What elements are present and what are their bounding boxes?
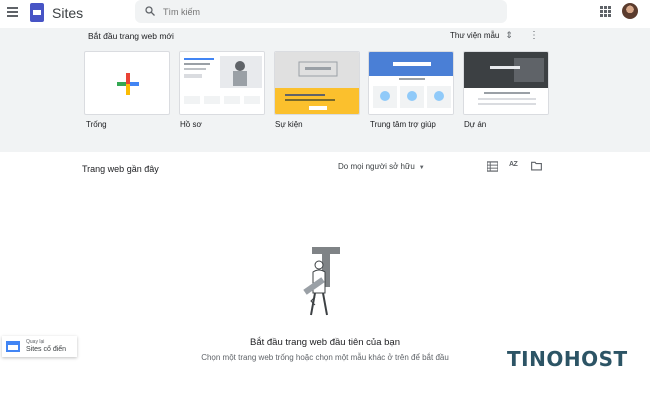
template-label-help-center: Trung tâm trợ giúp — [370, 120, 436, 129]
classic-sites-line1: Quay lại — [26, 339, 45, 345]
search-input[interactable] — [163, 3, 493, 20]
template-card-profile[interactable] — [179, 51, 265, 115]
top-bar: Sites — [0, 0, 650, 28]
search-icon[interactable] — [144, 5, 156, 17]
plus-icon — [117, 73, 139, 95]
folder-icon[interactable] — [531, 161, 542, 171]
classic-sites-line2: Sites cổ điển — [26, 346, 67, 353]
owner-filter-label: Do mọi người sở hữu — [338, 162, 415, 171]
template-gallery-button[interactable]: Thư viện mẫu ⇕ — [450, 30, 513, 41]
empty-state-illustration — [303, 247, 340, 316]
sort-az-icon[interactable]: AZ — [509, 161, 518, 168]
more-options-icon[interactable]: ⋮ — [529, 30, 539, 41]
template-label-profile: Hồ sơ — [180, 120, 202, 129]
tinohost-watermark: TINOHOST — [507, 347, 628, 371]
template-card-project[interactable] — [463, 51, 549, 115]
unfold-icon: ⇕ — [505, 30, 513, 40]
template-card-event[interactable] — [274, 51, 360, 115]
classic-sites-icon — [6, 341, 20, 352]
classic-sites-button[interactable]: Quay lại Sites cổ điển — [2, 336, 77, 357]
owner-filter-dropdown[interactable]: Do mọi người sở hữu ▼ — [338, 162, 425, 171]
search-bar[interactable] — [135, 0, 507, 23]
event-template-thumbnail — [275, 52, 359, 114]
main-menu-icon[interactable] — [5, 5, 21, 21]
template-card-blank[interactable] — [84, 51, 170, 115]
list-view-icon[interactable] — [487, 161, 498, 172]
template-section: Bắt đầu trang web mới Thư viện mẫu ⇕ ⋮ T… — [0, 28, 650, 152]
help-center-template-thumbnail — [369, 52, 453, 114]
project-template-thumbnail — [464, 52, 548, 114]
caret-down-icon: ▼ — [418, 165, 425, 171]
app-title[interactable]: Sites — [52, 5, 83, 21]
template-gallery-label: Thư viện mẫu — [450, 31, 500, 40]
google-apps-icon[interactable] — [600, 6, 611, 17]
account-avatar[interactable] — [622, 3, 638, 19]
template-card-help-center[interactable] — [368, 51, 454, 115]
template-label-project: Dự án — [464, 120, 487, 129]
template-label-event: Sự kiện — [275, 120, 303, 129]
profile-template-thumbnail — [180, 52, 264, 114]
template-heading: Bắt đầu trang web mới — [88, 31, 174, 41]
sites-logo-icon[interactable] — [30, 3, 44, 22]
recent-sites-title: Trang web gần đây — [82, 164, 159, 174]
template-label-blank: Trống — [86, 120, 107, 129]
